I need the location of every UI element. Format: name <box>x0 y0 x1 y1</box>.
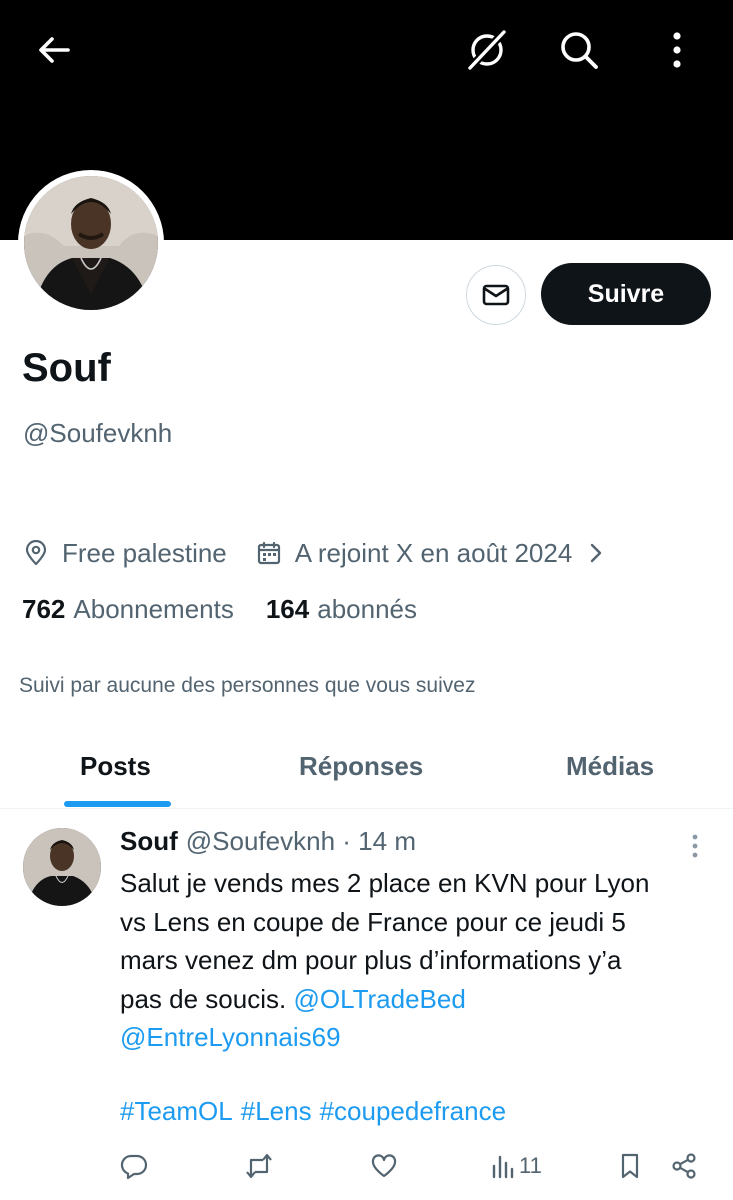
profile-display-name: Souf <box>22 346 111 390</box>
share-button[interactable] <box>670 1148 698 1184</box>
post-separator: · <box>342 826 351 856</box>
hashtag-link[interactable]: #Lens <box>241 1096 312 1126</box>
post-author-handle[interactable]: @Soufevknh <box>186 826 335 856</box>
envelope-icon <box>482 284 510 306</box>
search-icon <box>561 32 598 69</box>
profile-stats: 762 Abonnements 164 abonnés <box>22 594 417 625</box>
post-header: Souf @Soufevknh · 14 m <box>120 826 416 857</box>
reply-button[interactable] <box>120 1148 148 1184</box>
views-button[interactable]: 11 <box>491 1148 542 1184</box>
post-more-button[interactable] <box>684 832 706 860</box>
follow-button[interactable]: Suivre <box>541 263 711 325</box>
active-tab-indicator <box>64 801 171 807</box>
profile-meta: Free palestine A rejoint X en août 2024 <box>22 535 604 571</box>
followers-label: abonnés <box>317 594 417 624</box>
heart-icon <box>371 1154 397 1178</box>
grok-icon <box>466 28 508 72</box>
tab-replies[interactable]: Réponses <box>299 751 423 782</box>
followers-link[interactable]: 164 abonnés <box>266 594 417 625</box>
followers-count: 164 <box>265 594 310 624</box>
back-button[interactable] <box>32 28 76 72</box>
mention-link[interactable]: @EntreLyonnais69 <box>120 1022 341 1052</box>
grok-button[interactable] <box>463 26 511 74</box>
post-actions: 11 <box>0 1148 733 1184</box>
more-vertical-icon <box>692 834 698 858</box>
avatar-photo <box>24 176 158 310</box>
tab-posts[interactable]: Posts <box>80 751 151 782</box>
hashtag-link[interactable]: #TeamOL <box>120 1096 233 1126</box>
post-item[interactable]: Souf @Soufevknh · 14 m Salut je vends mes… <box>0 810 733 1200</box>
profile-joined-date: A rejoint X en août 2024 <box>294 537 573 568</box>
chevron-right-icon[interactable] <box>588 541 604 565</box>
post-author-name[interactable]: Souf <box>120 826 178 856</box>
reply-icon <box>120 1154 148 1180</box>
post-timestamp[interactable]: 14 m <box>358 826 416 856</box>
following-link[interactable]: 762 Abonnements <box>22 594 234 625</box>
repost-button[interactable] <box>244 1148 274 1184</box>
share-icon <box>672 1153 696 1179</box>
location-pin-icon <box>22 539 50 567</box>
message-button[interactable] <box>466 265 526 325</box>
search-button[interactable] <box>555 26 603 74</box>
bookmark-icon <box>621 1153 639 1179</box>
post-author-avatar[interactable] <box>23 828 101 906</box>
profile-location: Free palestine <box>62 537 227 568</box>
calendar-icon <box>255 539 283 567</box>
more-vertical-icon <box>673 32 681 68</box>
tab-media[interactable]: Médias <box>566 751 654 782</box>
profile-handle: @Soufevknh <box>23 418 173 448</box>
post-hashtags: #TeamOL #Lens #coupedefrance <box>120 1096 514 1127</box>
hashtag-link[interactable]: #coupedefrance <box>320 1096 506 1126</box>
profile-tabs: Posts Réponses Médias <box>0 735 733 809</box>
mention-link[interactable]: @OLTradeBed <box>293 984 465 1014</box>
following-label: Abonnements <box>73 594 234 624</box>
profile-avatar[interactable] <box>18 170 164 316</box>
post-text-line: pas de soucis. @OLTradeBed <box>120 980 720 1019</box>
views-count: 11 <box>519 1153 542 1178</box>
post-text-fragment: pas de soucis. <box>120 983 287 1014</box>
repost-icon <box>246 1153 272 1179</box>
following-count: 762 <box>22 594 66 624</box>
post-text: Salut je vends mes 2 place en KVN pour L… <box>120 864 720 1057</box>
views-icon <box>492 1155 514 1179</box>
more-options-button[interactable] <box>655 26 699 74</box>
like-button[interactable] <box>370 1148 398 1184</box>
post-text-line: mars venez dm pour plus d’informations y… <box>120 945 622 975</box>
followed-by-text: Suivi par aucune des personnes que vous … <box>19 674 476 697</box>
bookmark-button[interactable] <box>617 1148 643 1184</box>
post-text-line: vs Lens en coupe de France pour ce jeudi… <box>120 906 626 937</box>
post-text-line: @EntreLyonnais69 <box>120 1018 720 1057</box>
post-text-line: Salut je vends mes 2 place en KVN pour L… <box>120 868 650 898</box>
arrow-left-icon <box>39 37 70 63</box>
